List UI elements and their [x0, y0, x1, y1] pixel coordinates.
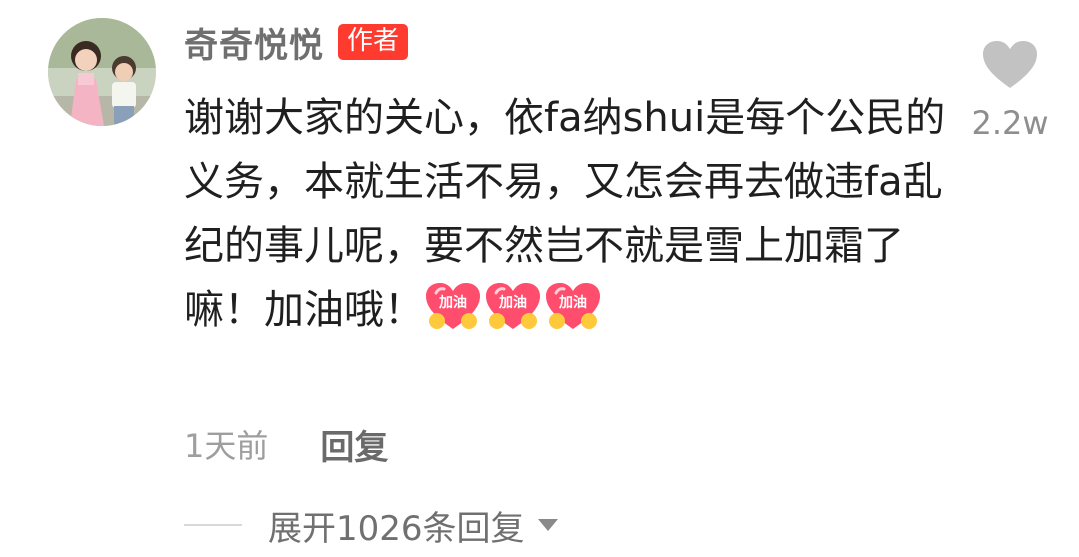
- author-avatar[interactable]: [48, 18, 156, 126]
- divider-line: [184, 524, 242, 526]
- author-name[interactable]: 奇奇悦悦: [184, 18, 324, 67]
- jiayou-heart-emoji: 加油: [484, 281, 542, 333]
- author-row: 奇奇悦悦 作者: [184, 18, 409, 67]
- jiayou-heart-emoji: 加油: [544, 281, 602, 333]
- expand-replies-row: 展开1026条回复: [184, 501, 559, 550]
- heart-icon[interactable]: [982, 40, 1038, 90]
- comment-meta: 1天前 回复: [184, 420, 388, 468]
- expand-replies-label[interactable]: 展开1026条回复: [268, 501, 525, 550]
- reply-button[interactable]: 回复: [320, 420, 388, 469]
- caret-down-icon[interactable]: [537, 518, 559, 532]
- like-count: 2.2w: [971, 104, 1049, 142]
- svg-text:加油: 加油: [498, 294, 527, 311]
- svg-text:加油: 加油: [558, 294, 587, 311]
- like-button[interactable]: 2.2w: [960, 40, 1060, 142]
- expand-replies-button[interactable]: 展开1026条回复: [268, 501, 559, 550]
- author-badge: 作者: [338, 24, 409, 60]
- comment-time: 1天前: [184, 427, 269, 465]
- jiayou-heart-emoji: 加油: [424, 281, 482, 333]
- comment-text: 谢谢大家的关心，依fa纳shui是每个公民的义务，本就生活不易，又怎会再去做违f…: [184, 86, 964, 342]
- svg-text:加油: 加油: [438, 294, 467, 311]
